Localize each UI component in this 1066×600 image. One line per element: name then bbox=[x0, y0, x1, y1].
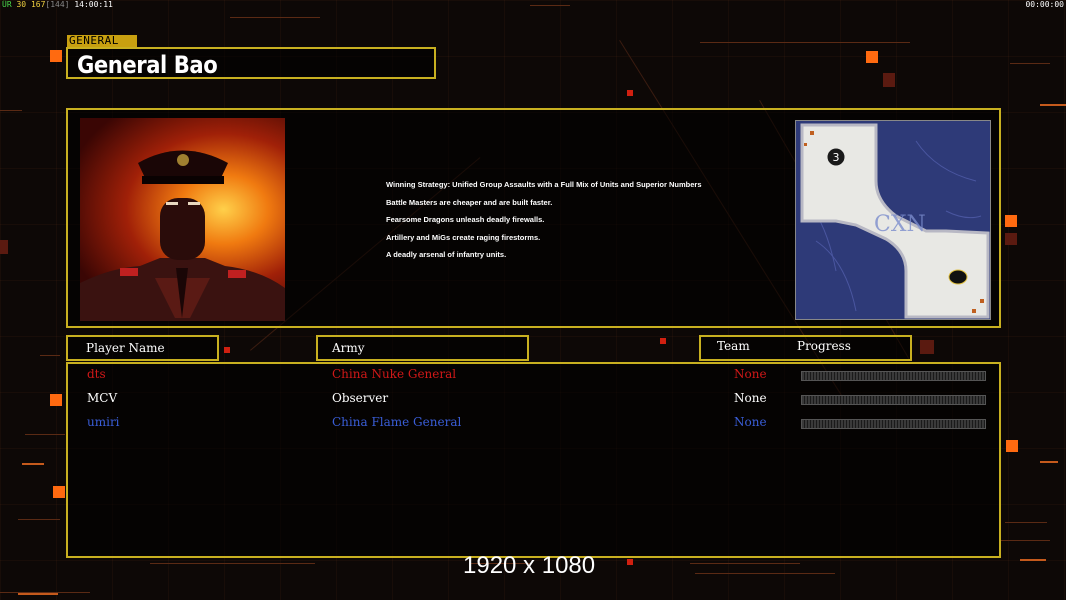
general-info-panel: Winning Strategy: Unified Group Assaults… bbox=[66, 108, 1001, 328]
header-player-name: Player Name bbox=[66, 335, 219, 361]
general-name: General Bao bbox=[77, 51, 218, 79]
fps-value: 30 bbox=[16, 0, 27, 9]
general-title-box: General Bao bbox=[66, 47, 436, 79]
header-army: Army bbox=[316, 335, 529, 361]
strategy-line: Battle Masters are cheaper and are built… bbox=[386, 197, 553, 207]
strategy-line: Fearsome Dragons unleash deadly firewall… bbox=[386, 215, 545, 224]
frame-sub: [144] bbox=[45, 0, 70, 9]
progress-bar bbox=[801, 395, 986, 405]
minimap[interactable]: CXN 3 bbox=[795, 120, 991, 320]
player-row[interactable]: umiri China Flame General None bbox=[68, 415, 999, 435]
player-row[interactable]: MCV Observer None bbox=[68, 391, 999, 411]
header-team-label: Team bbox=[717, 339, 750, 353]
player-name: umiri bbox=[87, 415, 120, 429]
map-watermark: CXN bbox=[874, 212, 926, 237]
strategy-line: Artillery and MiGs create raging firesto… bbox=[386, 232, 541, 242]
player-army: China Nuke General bbox=[332, 367, 457, 381]
header-progress-label: Progress bbox=[797, 339, 851, 353]
player-army: China Flame General bbox=[332, 415, 462, 429]
debug-hud: ÜR 30 167[144] 14:00:11 bbox=[2, 0, 113, 9]
header-army-label: Army bbox=[332, 341, 365, 355]
player-team: None bbox=[734, 391, 767, 405]
progress-bar bbox=[801, 371, 986, 381]
frame-value: 167 bbox=[30, 0, 46, 9]
progress-bar bbox=[801, 419, 986, 429]
player-team: None bbox=[734, 415, 767, 429]
player-name: MCV bbox=[87, 391, 118, 405]
player-name: dts bbox=[87, 367, 106, 381]
header-player-name-label: Player Name bbox=[86, 341, 165, 355]
resolution-label: 1920 x 1080 bbox=[463, 552, 596, 579]
strategy-text: Winning Strategy: Unified Group Assaults… bbox=[386, 180, 702, 268]
start-position-marker: 3 bbox=[833, 151, 840, 164]
strategy-line: A deadly arsenal of infantry units. bbox=[386, 250, 507, 259]
strategy-line: Winning Strategy: Unified Group Assaults… bbox=[386, 180, 702, 189]
clock: 14:00:11 bbox=[74, 0, 113, 9]
player-row[interactable]: dts China Nuke General None bbox=[68, 367, 999, 387]
players-panel: dts China Nuke General None MCV Observer… bbox=[66, 362, 1001, 558]
fps-label: ÜR bbox=[2, 0, 12, 9]
general-tag: GENERAL bbox=[67, 35, 137, 47]
player-team: None bbox=[734, 367, 767, 381]
player-army: Observer bbox=[332, 391, 389, 405]
game-timer: 00:00:00 bbox=[1025, 0, 1064, 9]
general-portrait bbox=[80, 118, 285, 321]
header-team-progress: Team Progress bbox=[699, 335, 912, 361]
